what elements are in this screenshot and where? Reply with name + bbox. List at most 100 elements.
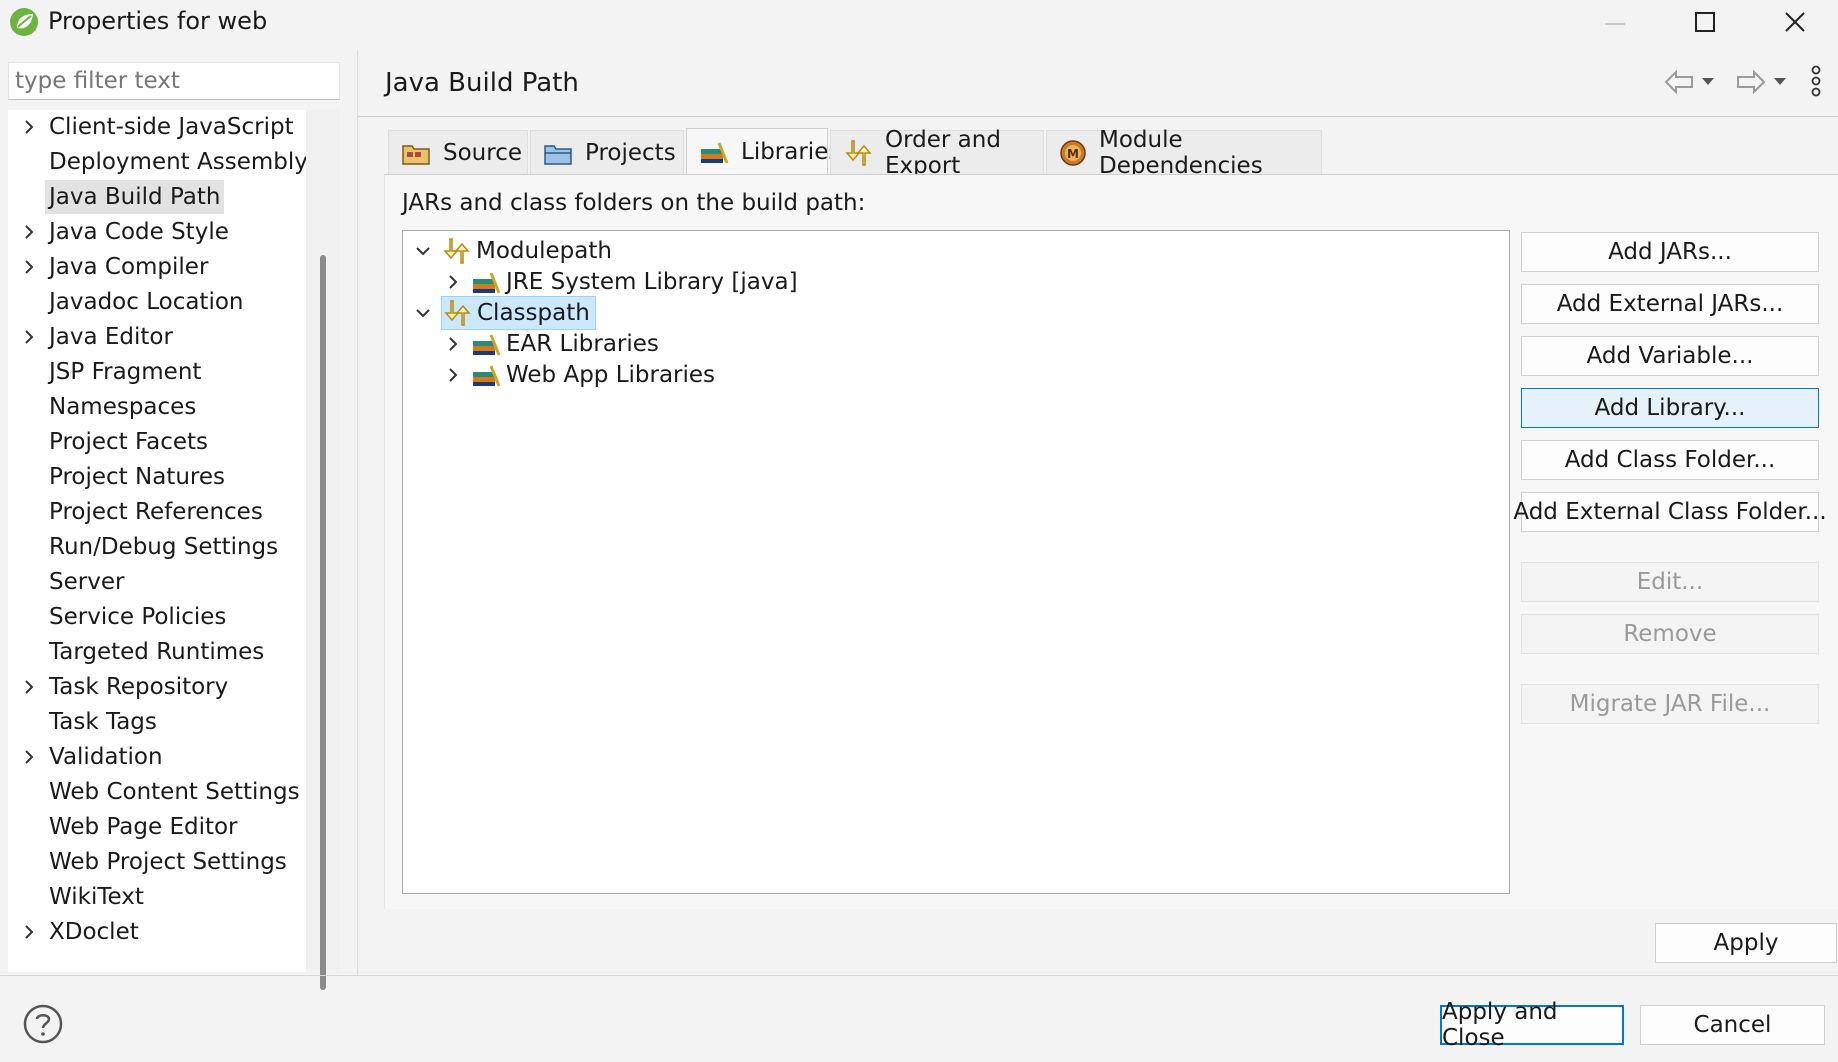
sidebar-item-project-facets[interactable]: Project Facets bbox=[8, 425, 306, 459]
pane-divider[interactable] bbox=[357, 50, 358, 975]
sidebar-item-deployment-assembly[interactable]: Deployment Assembly bbox=[8, 145, 308, 179]
sidebar-item-label: Project Natures bbox=[49, 464, 225, 490]
build-path-label: JARs and class folders on the build path… bbox=[402, 190, 866, 216]
sidebar-item-java-compiler[interactable]: Java Compiler bbox=[8, 250, 306, 284]
sidebar-item-label: Java Code Style bbox=[49, 219, 229, 245]
selection-highlight: Classpath bbox=[441, 296, 596, 330]
chevron-right-icon[interactable] bbox=[441, 357, 465, 393]
tab-source[interactable]: Source bbox=[388, 130, 528, 174]
tab-label: Libraries bbox=[741, 138, 841, 165]
filter-input[interactable] bbox=[8, 62, 340, 100]
sidebar-item-validation[interactable]: Validation bbox=[8, 740, 306, 774]
tab-label: Module Dependencies bbox=[1099, 126, 1263, 179]
add-external-class-folder-button[interactable]: Add External Class Folder... bbox=[1513, 492, 1827, 532]
forward-dropdown-icon[interactable] bbox=[1772, 74, 1788, 90]
sidebar-item-web-page-editor[interactable]: Web Page Editor bbox=[8, 810, 306, 844]
tab-module-dependencies[interactable]: M Module Dependencies bbox=[1046, 127, 1322, 179]
sidebar-item-targeted-runtimes[interactable]: Targeted Runtimes bbox=[8, 635, 306, 669]
maximize-icon bbox=[1695, 12, 1715, 32]
sidebar-item-web-content-settings[interactable]: Web Content Settings bbox=[8, 775, 306, 809]
migrate-jar-button[interactable]: Migrate JAR File... bbox=[1521, 684, 1819, 724]
tab-projects[interactable]: Projects bbox=[530, 130, 684, 174]
help-icon[interactable] bbox=[22, 1003, 64, 1045]
add-jars-button[interactable]: Add JARs... bbox=[1521, 232, 1819, 272]
modulepath-icon bbox=[441, 236, 471, 266]
add-external-jars-button[interactable]: Add External JARs... bbox=[1521, 284, 1819, 324]
sidebar-item-run-debug-settings[interactable]: Run/Debug Settings bbox=[8, 530, 306, 564]
sidebar-item-jsp-fragment[interactable]: JSP Fragment bbox=[8, 355, 306, 389]
apply-button[interactable]: Apply bbox=[1655, 923, 1837, 963]
sidebar-item-client-side-javascript[interactable]: Client-side JavaScript bbox=[8, 110, 306, 144]
sidebar-item-label: Namespaces bbox=[49, 394, 197, 420]
minimize-button[interactable] bbox=[1570, 0, 1660, 44]
order-export-icon bbox=[843, 139, 873, 167]
chevron-right-icon[interactable] bbox=[20, 250, 38, 284]
chevron-right-icon[interactable] bbox=[20, 215, 38, 249]
scrollbar-thumb[interactable] bbox=[320, 255, 326, 990]
sidebar-item-label: Java Editor bbox=[49, 324, 173, 350]
remove-button[interactable]: Remove bbox=[1521, 614, 1819, 654]
apply-and-close-button[interactable]: Apply and Close bbox=[1440, 999, 1624, 1051]
sidebar-item-java-editor[interactable]: Java Editor bbox=[8, 320, 306, 354]
sidebar-item-javadoc-location[interactable]: Javadoc Location bbox=[8, 285, 306, 319]
sidebar-item-server[interactable]: Server bbox=[8, 565, 306, 599]
tab-libraries[interactable]: Libraries bbox=[686, 128, 840, 174]
header-divider bbox=[358, 116, 1838, 117]
tab-order-and-export[interactable]: Order and Export bbox=[830, 127, 1044, 179]
sidebar-item-java-code-style[interactable]: Java Code Style bbox=[8, 215, 306, 249]
properties-window: Properties for web Client-side JavaScrip… bbox=[0, 0, 1838, 1062]
sidebar-item-task-tags[interactable]: Task Tags bbox=[8, 705, 306, 739]
page-header: Java Build Path bbox=[358, 50, 1838, 116]
add-class-folder-button[interactable]: Add Class Folder... bbox=[1521, 440, 1819, 480]
chevron-right-icon[interactable] bbox=[20, 670, 38, 704]
chevron-down-icon[interactable] bbox=[411, 295, 435, 331]
chevron-right-icon[interactable] bbox=[20, 110, 38, 144]
cancel-button[interactable]: Cancel bbox=[1640, 1005, 1825, 1045]
close-button[interactable] bbox=[1750, 0, 1838, 44]
tree-node-web-app-libraries[interactable]: Web App Libraries bbox=[441, 357, 718, 393]
add-library-button[interactable]: Add Library... bbox=[1521, 388, 1819, 428]
sidebar-item-label: Client-side JavaScript bbox=[49, 114, 294, 140]
chevron-down-icon[interactable] bbox=[411, 233, 435, 269]
history-nav bbox=[1658, 64, 1838, 100]
chevron-right-icon[interactable] bbox=[20, 320, 38, 354]
tab-bar: Source Projects Libraries Order and Expo… bbox=[388, 127, 1838, 179]
sidebar-item-xdoclet[interactable]: XDoclet bbox=[8, 915, 306, 949]
close-icon bbox=[1785, 12, 1805, 32]
footer-divider bbox=[0, 975, 1838, 976]
maximize-button[interactable] bbox=[1660, 0, 1750, 44]
edit-button[interactable]: Edit... bbox=[1521, 562, 1819, 602]
sidebar-item-label: WikiText bbox=[49, 884, 144, 910]
back-arrow-icon[interactable] bbox=[1662, 68, 1696, 96]
sidebar-item-java-build-path[interactable]: Java Build Path bbox=[8, 180, 306, 214]
sidebar-item-label: Web Project Settings bbox=[49, 849, 287, 875]
sidebar-item-wikitext[interactable]: WikiText bbox=[8, 880, 306, 914]
sidebar-item-web-project-settings[interactable]: Web Project Settings bbox=[8, 845, 306, 879]
projects-folder-icon bbox=[543, 139, 573, 167]
sidebar-item-label: Web Content Settings bbox=[49, 779, 300, 805]
sidebar-item-label: Java Compiler bbox=[49, 254, 209, 280]
sidebar-item-namespaces[interactable]: Namespaces bbox=[8, 390, 306, 424]
libraries-icon bbox=[699, 138, 729, 166]
sidebar-scrollbar[interactable] bbox=[306, 110, 340, 990]
sidebar-item-service-policies[interactable]: Service Policies bbox=[8, 600, 306, 634]
chevron-right-icon[interactable] bbox=[20, 740, 38, 774]
build-path-tree[interactable]: Modulepath JRE System Library [java] Cla… bbox=[402, 230, 1510, 894]
sidebar-item-label: Java Build Path bbox=[45, 180, 225, 214]
tree-node-label: Web App Libraries bbox=[506, 362, 716, 388]
sidebar-item-project-natures[interactable]: Project Natures bbox=[8, 460, 306, 494]
sidebar-item-project-references[interactable]: Project References bbox=[8, 495, 306, 529]
page-title: Java Build Path bbox=[385, 68, 579, 98]
sidebar-item-label: Deployment Assembly bbox=[49, 149, 308, 175]
source-folder-icon bbox=[401, 139, 431, 167]
sidebar-item-label: Task Repository bbox=[49, 674, 229, 700]
sidebar-item-label: Server bbox=[49, 569, 125, 595]
forward-arrow-icon[interactable] bbox=[1734, 68, 1768, 96]
sidebar-item-task-repository[interactable]: Task Repository bbox=[8, 670, 306, 704]
add-variable-button[interactable]: Add Variable... bbox=[1521, 336, 1819, 376]
more-menu-icon[interactable] bbox=[1808, 64, 1824, 98]
preference-tree: Client-side JavaScript Deployment Assemb… bbox=[8, 110, 308, 972]
chevron-right-icon[interactable] bbox=[20, 915, 38, 949]
sidebar-item-label: JSP Fragment bbox=[49, 359, 202, 385]
back-dropdown-icon[interactable] bbox=[1700, 74, 1716, 90]
